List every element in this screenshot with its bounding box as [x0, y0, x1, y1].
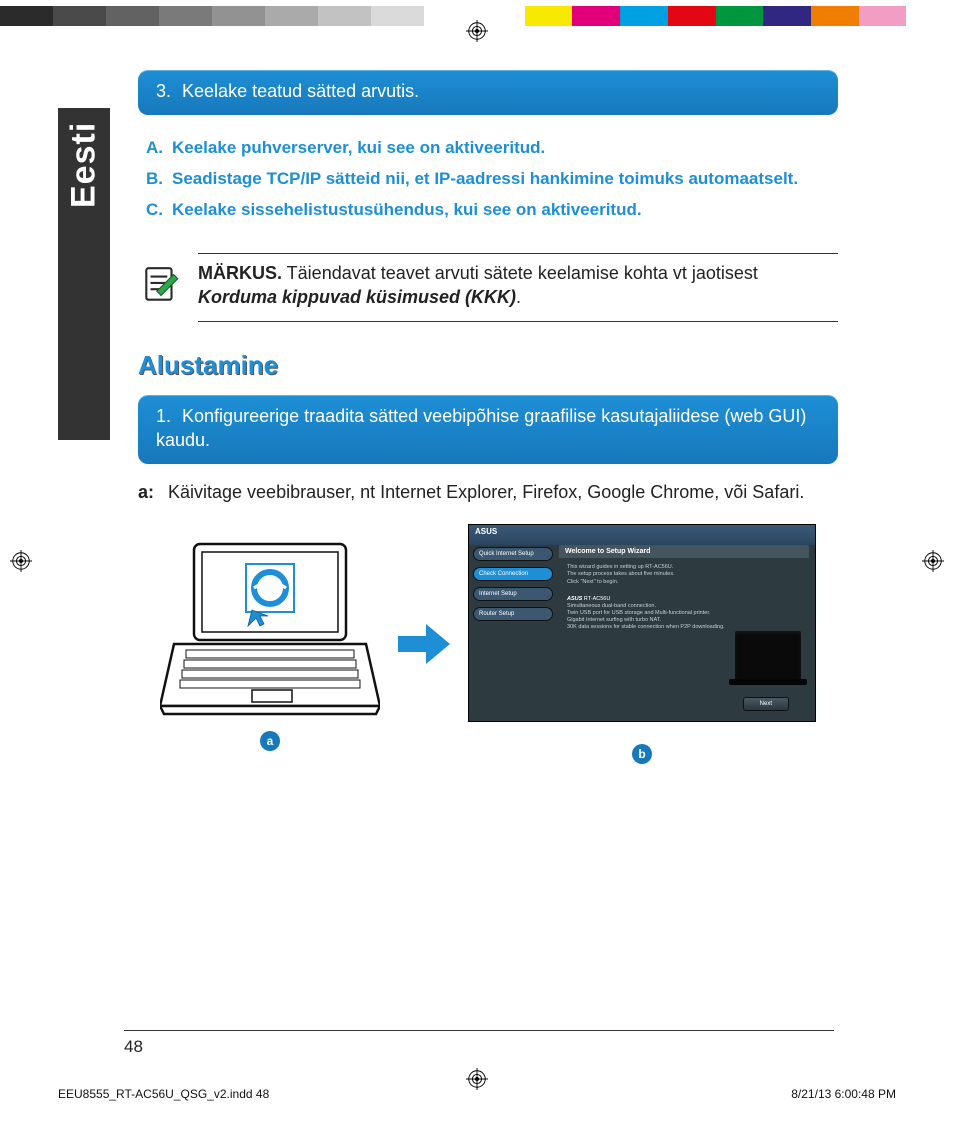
- step-number: 3.: [156, 81, 171, 101]
- print-footer: EEU8555_RT-AC56U_QSG_v2.indd 48 8/21/13 …: [58, 1087, 896, 1101]
- wizard-line: This wizard guides in setting up RT-AC56…: [567, 564, 801, 571]
- wizard-line: Twin USB port for USB storage and Multi-…: [567, 610, 801, 617]
- sub-step-b: B. Seadistage TCP/IP sätteid nii, et IP-…: [146, 164, 830, 195]
- footer-right: 8/21/13 6:00:48 PM: [791, 1087, 896, 1101]
- wizard-line: Click "Next" to begin.: [567, 579, 801, 586]
- note-bold: MÄRKUS.: [198, 263, 282, 283]
- step-1-bar: 1. Konfigureerige traadita sätted veebip…: [138, 395, 838, 464]
- sub-step-label: B.: [146, 164, 172, 195]
- sub-step-c: C. Keelake sissehelistustusühendus, kui …: [146, 195, 830, 226]
- wizard-main: Welcome to Setup Wizard This wizard guid…: [559, 545, 809, 637]
- registration-mark-icon: [466, 20, 488, 47]
- router-image-icon: [735, 631, 801, 681]
- sub-steps-list: A. Keelake puhverserver, kui see on akti…: [138, 129, 838, 235]
- page-number: 48: [124, 1030, 834, 1057]
- wizard-model-brand: ASUS: [567, 596, 582, 602]
- wizard-line: The setup process takes about five minut…: [567, 571, 801, 578]
- footer-left: EEU8555_RT-AC56U_QSG_v2.indd 48: [58, 1087, 269, 1101]
- sub-step-text: Keelake puhverserver, kui see on aktivee…: [172, 133, 545, 164]
- sub-step-label: C.: [146, 195, 172, 226]
- figure-laptop: a: [160, 538, 380, 751]
- wizard-title: Welcome to Setup Wizard: [559, 545, 809, 558]
- registration-mark-icon: [10, 550, 32, 577]
- note-block: MÄRKUS. Täiendavat teavet arvuti sätete …: [198, 253, 838, 322]
- page-content: 3. Keelake teatud sätted arvutis. A. Kee…: [58, 70, 896, 764]
- figure-row: a ASUS Quick Internet Setup Check Connec…: [138, 524, 838, 764]
- step-text: Konfigureerige traadita sätted veebipõhi…: [156, 406, 806, 449]
- step-number: 1.: [156, 406, 171, 426]
- wizard-side-item: Quick Internet Setup: [473, 547, 553, 561]
- wizard-screenshot: ASUS Quick Internet Setup Check Connecti…: [468, 524, 816, 722]
- wizard-side-item: Check Connection: [473, 567, 553, 581]
- wizard-side-item: Internet Setup: [473, 587, 553, 601]
- wizard-side-item: Router Setup: [473, 607, 553, 621]
- sub-step-text: Seadistage TCP/IP sätteid nii, et IP-aad…: [172, 164, 798, 195]
- wizard-model: RT-AC56U: [582, 596, 610, 602]
- step-text: Keelake teatud sätted arvutis.: [182, 81, 419, 101]
- wizard-next-button: Next: [743, 697, 789, 711]
- note-period: .: [516, 287, 521, 307]
- substep-label: a:: [138, 480, 168, 504]
- sub-step-text: Keelake sissehelistustusühendus, kui see…: [172, 195, 642, 226]
- figure-label-a: a: [260, 731, 280, 751]
- substep-body: Käivitage veebibrauser, nt Internet Expl…: [168, 480, 838, 504]
- note-body: Täiendavat teavet arvuti sätete keelamis…: [282, 263, 758, 283]
- figure-wizard: ASUS Quick Internet Setup Check Connecti…: [468, 524, 816, 764]
- wizard-body: This wizard guides in setting up RT-AC56…: [559, 558, 809, 637]
- registration-mark-icon: [922, 550, 944, 577]
- wizard-line: Gigabit Internet surfing with turbo NAT.: [567, 617, 801, 624]
- wizard-brand: ASUS: [469, 525, 815, 545]
- sub-step-label: A.: [146, 133, 172, 164]
- note-italic: Korduma kippuvad küsimused (KKK): [198, 287, 516, 307]
- note-text: MÄRKUS. Täiendavat teavet arvuti sätete …: [198, 262, 838, 309]
- substep-a: a: Käivitage veebibrauser, nt Internet E…: [138, 480, 838, 504]
- note-icon: [140, 262, 182, 311]
- section-heading: Alustamine: [138, 350, 838, 381]
- wizard-sidebar: Quick Internet Setup Check Connection In…: [473, 547, 553, 627]
- sub-step-a: A. Keelake puhverserver, kui see on akti…: [146, 133, 830, 164]
- arrow-right-icon: [396, 622, 452, 666]
- step-3-bar: 3. Keelake teatud sätted arvutis.: [138, 70, 838, 115]
- wizard-line: Simultaneous dual-band connection.: [567, 603, 801, 610]
- figure-label-b: b: [632, 744, 652, 764]
